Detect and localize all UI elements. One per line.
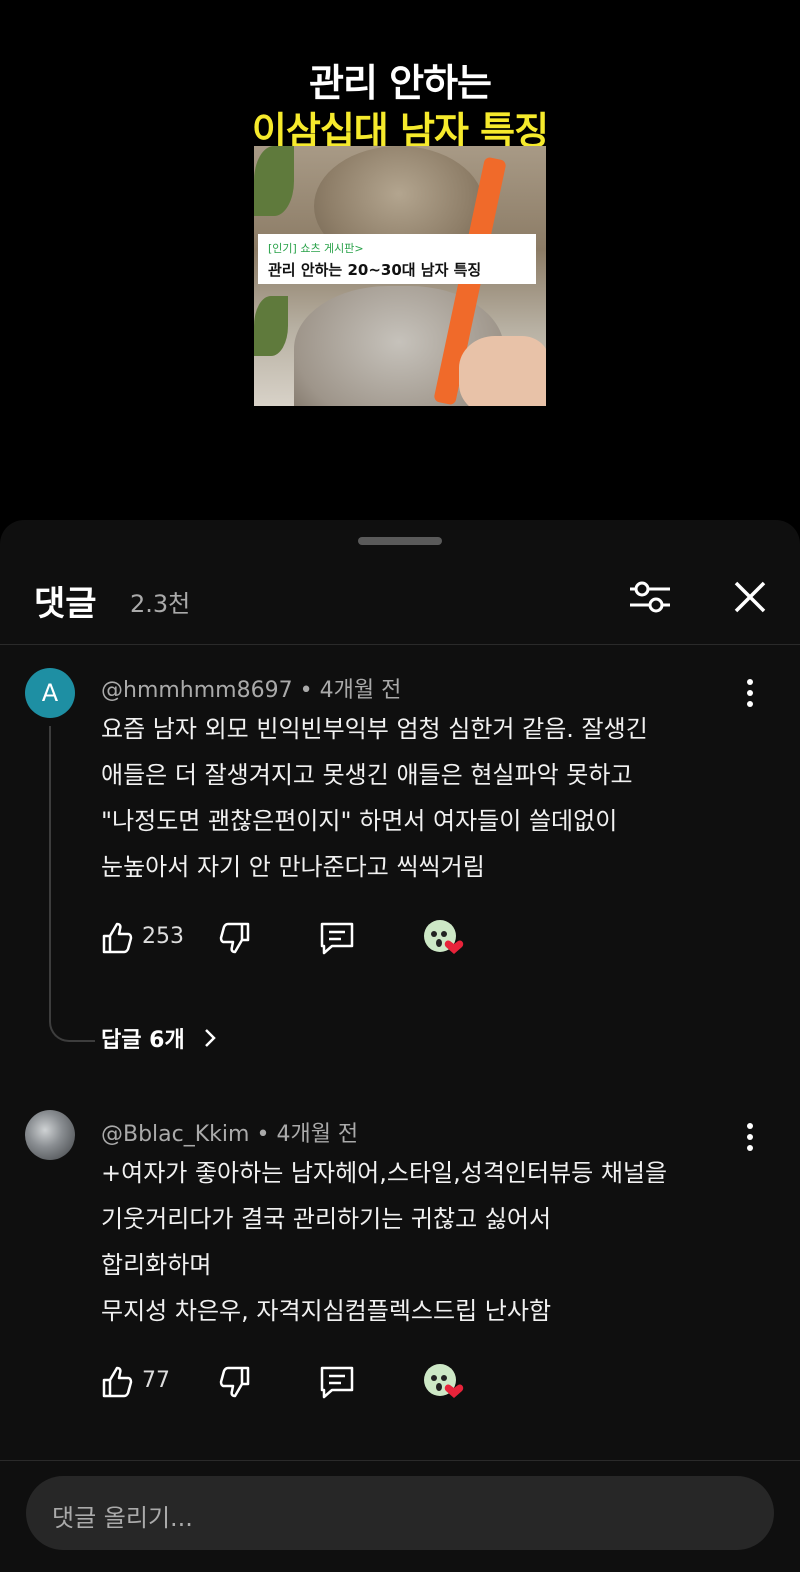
close-button[interactable] — [724, 574, 776, 620]
more-vert-icon — [747, 1123, 753, 1151]
comment-input[interactable]: 댓글 올리기... — [26, 1476, 774, 1550]
video-player[interactable]: 관리 안하는 이삼십대 남자 특징 [인기] 쇼츠 게시판> 관리 안하는 20… — [0, 0, 800, 520]
filter-sliders-icon — [630, 581, 670, 613]
header-divider — [0, 644, 800, 645]
avatar[interactable] — [25, 1110, 75, 1160]
thumbs-down-icon — [219, 1366, 250, 1398]
comment-author[interactable]: @hmmhmm8697 — [101, 678, 293, 703]
meta-separator: • — [256, 1122, 277, 1147]
like-button[interactable]: 253 — [100, 918, 190, 958]
thumbs-down-icon — [219, 922, 250, 954]
dislike-button[interactable] — [216, 918, 256, 958]
comment-input-placeholder: 댓글 올리기... — [52, 1504, 193, 1532]
dislike-button[interactable] — [216, 1362, 256, 1402]
video-frame: [인기] 쇼츠 게시판> 관리 안하는 20~30대 남자 특징 — [254, 146, 546, 406]
overlay-card: [인기] 쇼츠 게시판> 관리 안하는 20~30대 남자 특징 — [258, 234, 536, 284]
view-replies-button[interactable]: 답글 6개 — [101, 1022, 220, 1054]
hand — [459, 336, 546, 406]
like-button[interactable]: 77 — [100, 1362, 190, 1402]
comment-reply-icon — [320, 1366, 354, 1399]
comment-author[interactable]: @Bblac_Kkim — [101, 1122, 249, 1147]
comment-time: 4개월 전 — [276, 1122, 359, 1147]
comments-count: 2.3천 — [130, 590, 191, 618]
creator-heart-badge — [422, 1362, 468, 1402]
comment-time: 4개월 전 — [319, 678, 402, 703]
comments-title: 댓글 — [34, 584, 97, 624]
card-tag: [인기] 쇼츠 게시판> — [268, 242, 364, 255]
comment-meta: @hmmhmm8697 • 4개월 전 — [101, 672, 401, 704]
reply-button[interactable] — [318, 1362, 358, 1402]
more-vert-icon — [747, 679, 753, 707]
avatar[interactable]: A — [25, 668, 75, 718]
replies-label: 답글 6개 — [101, 1028, 185, 1053]
meta-separator: • — [299, 678, 320, 703]
comment-text: 요즘 남자 외모 빈익빈부익부 엄청 심한거 같음. 잘생긴 애들은 더 잘생겨… — [101, 715, 648, 881]
thumbs-up-icon — [102, 922, 133, 954]
thumbs-up-icon — [102, 1366, 133, 1398]
comment-menu-button[interactable] — [738, 1120, 762, 1154]
comments-header: 댓글 2.3천 — [0, 570, 800, 630]
comment-text: +여자가 좋아하는 남자헤어,스타일,성격인터뷰등 채널을 기웃거리다가 결국 … — [101, 1159, 668, 1325]
close-icon — [734, 581, 766, 613]
creator-heart-badge — [422, 918, 468, 958]
like-count: 253 — [142, 924, 184, 949]
chevron-right-icon — [205, 1029, 217, 1047]
drag-handle[interactable] — [358, 537, 442, 545]
sort-filter-button[interactable] — [624, 574, 676, 620]
video-title-line1: 관리 안하는 — [308, 61, 492, 105]
comment-actions: 77 — [100, 1362, 500, 1402]
comment-reply-icon — [320, 922, 354, 955]
comment-input-bar: 댓글 올리기... — [0, 1460, 800, 1572]
leaf-decoration — [254, 146, 294, 216]
comment-actions: 253 — [100, 918, 500, 958]
card-title: 관리 안하는 20~30대 남자 특징 — [268, 261, 482, 279]
reply-button[interactable] — [318, 918, 358, 958]
comment-menu-button[interactable] — [738, 676, 762, 710]
leaf-decoration — [254, 296, 288, 356]
creator-heart-icon — [424, 1364, 464, 1398]
like-count: 77 — [142, 1368, 170, 1393]
creator-heart-icon — [424, 920, 464, 954]
comment-meta: @Bblac_Kkim • 4개월 전 — [101, 1116, 358, 1148]
thread-line — [49, 726, 95, 1042]
